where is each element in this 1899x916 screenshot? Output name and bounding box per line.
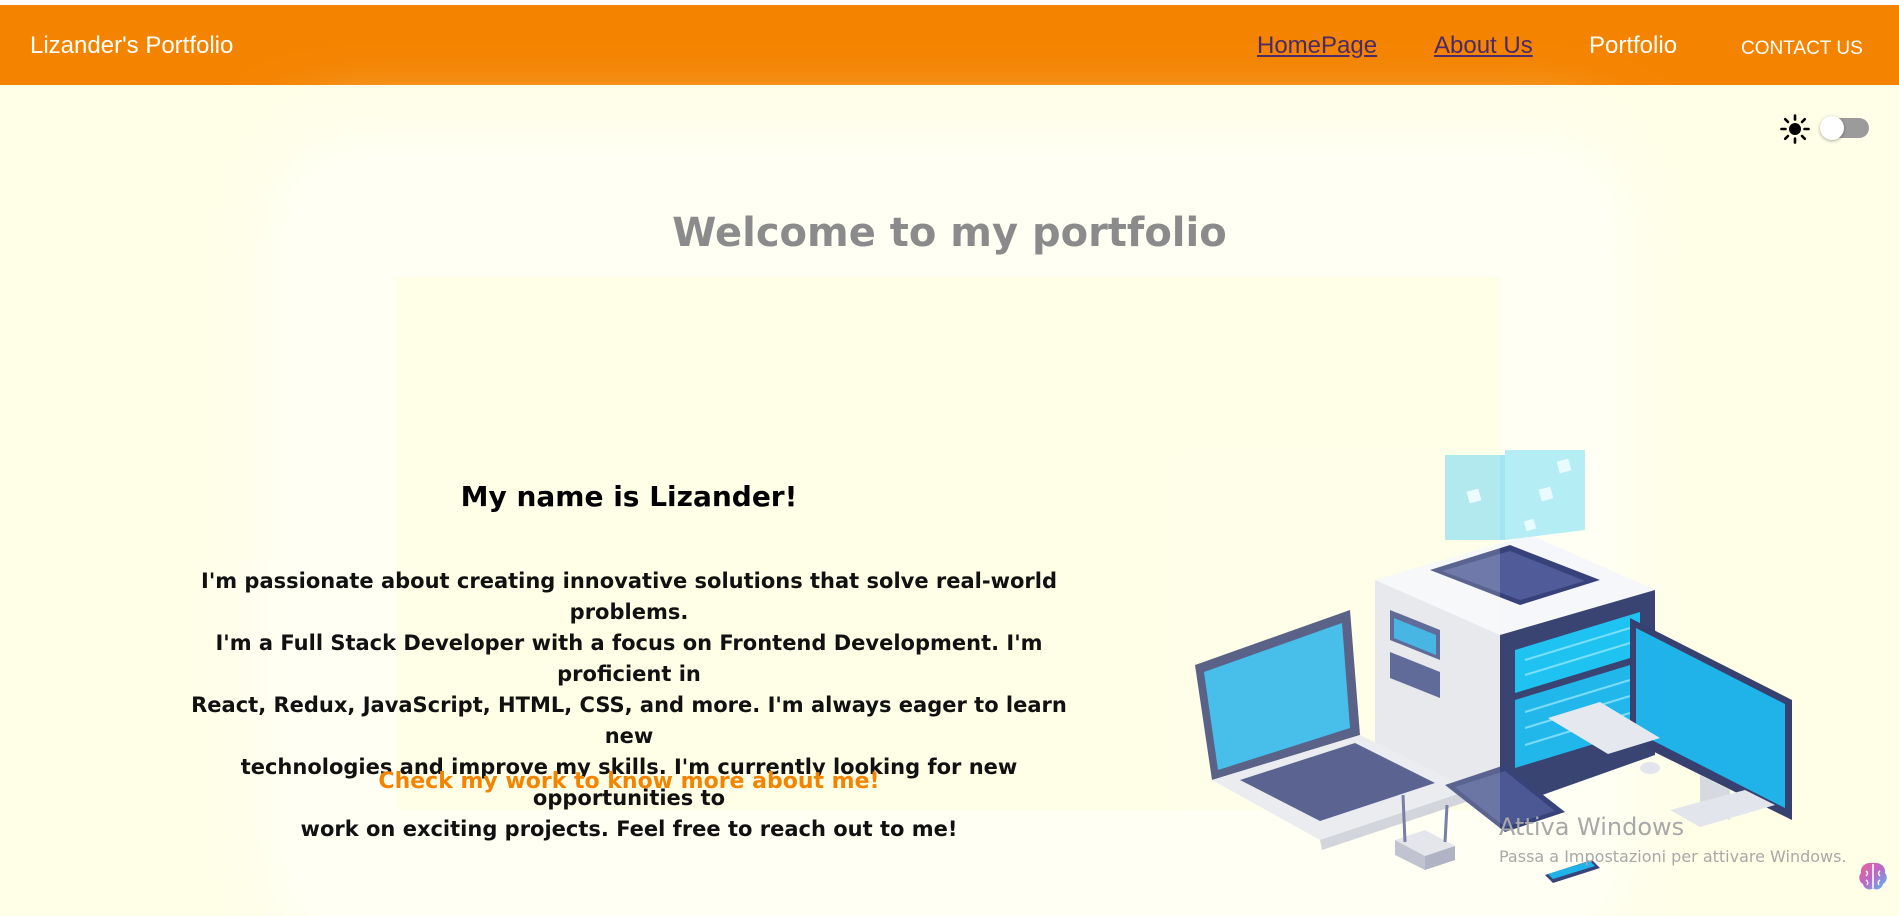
nav-link-contact-us[interactable]: CONTACT US <box>1741 38 1863 60</box>
bio-line: I'm passionate about creating innovative… <box>201 569 1057 624</box>
sun-icon <box>1780 114 1810 144</box>
bio-paragraph: I'm passionate about creating innovative… <box>170 566 1088 845</box>
cta-link[interactable]: Check my work to know more about me! <box>170 769 1088 794</box>
windows-activation-title: Attiva Windows <box>1499 813 1685 841</box>
theme-toggle-knob[interactable] <box>1820 116 1844 140</box>
brain-icon[interactable] <box>1855 858 1891 894</box>
nav-link-portfolio[interactable]: Portfolio <box>1589 32 1677 60</box>
bio-line: work on exciting projects. Feel free to … <box>300 817 958 841</box>
navbar: Lizander's Portfolio HomePage About Us P… <box>0 5 1899 85</box>
bio-line: I'm a Full Stack Developer with a focus … <box>215 631 1043 686</box>
nav-link-homepage[interactable]: HomePage <box>1257 32 1377 60</box>
welcome-heading: Welcome to my portfolio <box>672 210 1227 256</box>
bio-line: React, Redux, JavaScript, HTML, CSS, and… <box>191 693 1067 748</box>
name-heading: My name is Lizander! <box>460 480 798 513</box>
nav-link-about-us[interactable]: About Us <box>1434 32 1533 60</box>
windows-activation-subtitle: Passa a Impostazioni per attivare Window… <box>1499 847 1847 866</box>
theme-toggle[interactable] <box>1820 116 1869 140</box>
brand-title[interactable]: Lizander's Portfolio <box>30 32 233 60</box>
